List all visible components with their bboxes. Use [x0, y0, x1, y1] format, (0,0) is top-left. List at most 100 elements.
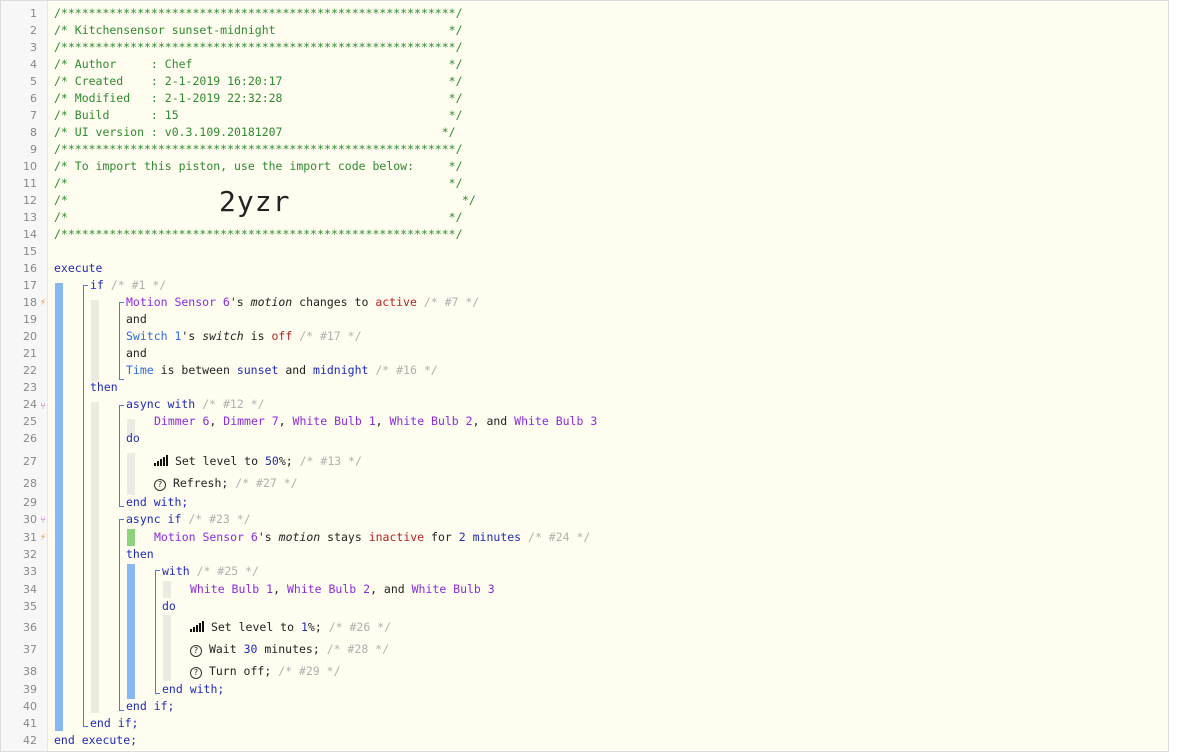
line-number: 17	[23, 279, 37, 292]
condition-time-between[interactable]: Time is between sunset and midnight /* #…	[126, 362, 438, 379]
line-number: 15	[23, 245, 37, 258]
condition-switch-off[interactable]: Switch 1's switch is off /* #17 */	[126, 328, 362, 345]
line-number: 31	[23, 531, 37, 544]
device-name: White Bulb 3	[514, 414, 598, 428]
do-keyword[interactable]: do	[162, 598, 176, 615]
then-keyword[interactable]: then	[126, 546, 154, 563]
execute-block-bar[interactable]	[55, 283, 63, 731]
async-with-statement[interactable]: async with /* #12 */	[126, 396, 265, 413]
async-if-then-bar[interactable]	[127, 564, 135, 699]
statement-id-comment: /* #7 */	[423, 295, 480, 309]
value: active	[375, 295, 417, 309]
header-border: /***************************************…	[54, 142, 463, 156]
if-bracket	[83, 285, 88, 727]
line-number: 14	[23, 228, 37, 241]
device-list[interactable]: Dimmer 6, Dimmer 7, White Bulb 1, White …	[154, 413, 597, 430]
statement-id-comment: /* #12 */	[202, 397, 265, 411]
async-if-condition-bar[interactable]	[127, 529, 135, 546]
with2-devices-indent	[163, 581, 171, 598]
statement-id-comment: /* #13 */	[299, 454, 362, 468]
device-name: White Bulb 1	[190, 582, 274, 596]
line-number: 33	[23, 565, 37, 578]
line-number: 13	[23, 211, 37, 224]
async-fork-icon: ⑂	[40, 515, 46, 526]
header-border: /***************************************…	[54, 227, 463, 241]
command-label: Turn off;	[208, 664, 272, 678]
value: off	[271, 329, 293, 343]
header-author: /* Author : Chef */	[54, 57, 463, 71]
do-keyword[interactable]: do	[126, 430, 140, 447]
set-level-command[interactable]: Set level to 50%; /* #13 */	[154, 453, 362, 470]
device-name: White Bulb 2	[286, 582, 371, 596]
operator: is	[250, 329, 265, 343]
end-execute-keyword[interactable]: end execute;	[54, 732, 137, 749]
operator: stays	[327, 530, 362, 544]
unit: %;	[307, 620, 322, 634]
statement-id-comment: /* #1 */	[110, 278, 167, 292]
end-with-keyword[interactable]: end with;	[126, 494, 188, 511]
line-number: 21	[23, 347, 37, 360]
if-block-indent	[91, 300, 99, 382]
value: sunset	[236, 363, 279, 377]
conditions-bracket	[119, 302, 124, 380]
possessive: 's	[257, 530, 272, 544]
line-number: 5	[30, 75, 37, 88]
header-border: /***************************************…	[54, 40, 463, 54]
set-level-command[interactable]: Set level to 1%; /* #26 */	[190, 619, 391, 636]
if-statement[interactable]: if /* #1 */	[90, 277, 166, 294]
end-if-keyword[interactable]: end if;	[126, 698, 174, 715]
line-number: 32	[23, 548, 37, 561]
line-number: 10	[23, 160, 37, 173]
line-number: 29	[23, 496, 37, 509]
async-fork-icon: ⑂	[40, 401, 46, 412]
async-if-keyword: async if	[126, 512, 182, 526]
attribute-name: switch	[202, 329, 244, 343]
with-statement[interactable]: with /* #25 */	[162, 563, 259, 580]
device-name: Dimmer 6	[154, 414, 210, 428]
duration-unit: minutes	[472, 530, 522, 544]
with-do-indent	[127, 453, 135, 495]
header-border: /***************************************…	[54, 6, 463, 20]
value: midnight	[313, 363, 369, 377]
then-keyword[interactable]: then	[90, 379, 118, 396]
trigger-bolt-icon: ⚡	[40, 297, 47, 308]
line-number: 40	[23, 700, 37, 713]
statement-id-comment: /* #28 */	[326, 642, 390, 656]
wait-command[interactable]: ? Wait 30 minutes; /* #28 */	[190, 641, 389, 658]
refresh-command[interactable]: ? Refresh; /* #27 */	[154, 475, 298, 492]
end-if-keyword[interactable]: end if;	[90, 715, 138, 732]
with2-bracket	[155, 570, 160, 694]
async-if-statement[interactable]: async if /* #23 */	[126, 511, 251, 528]
line-number: 9	[30, 143, 37, 156]
header-modified: /* Modified : 2-1-2019 22:32:28 */	[54, 91, 463, 105]
device-list[interactable]: White Bulb 1, White Bulb 2, and White Bu…	[190, 581, 495, 598]
line-number: 36	[23, 621, 37, 634]
and-operator[interactable]: and	[126, 311, 147, 328]
trigger-bolt-icon: ⚡	[40, 532, 47, 543]
and-operator[interactable]: and	[126, 345, 147, 362]
command-label: Set level to	[210, 620, 295, 634]
possessive: 's	[181, 329, 196, 343]
unit: %;	[278, 454, 293, 468]
line-number: 26	[23, 432, 37, 445]
header-import-note: /* To import this piston, use the import…	[54, 159, 463, 173]
duration-value: 2	[458, 530, 466, 544]
end-with-keyword[interactable]: end with;	[162, 681, 224, 698]
condition-motion-changes[interactable]: Motion Sensor 6's motion changes to acti…	[126, 294, 479, 311]
line-number: 27	[23, 455, 37, 468]
device-name: White Bulb 3	[411, 582, 495, 596]
separator: ,	[278, 414, 286, 428]
header-empty-comment: /* */	[54, 210, 463, 224]
header-comment-close: */	[462, 193, 476, 207]
execute-keyword[interactable]: execute	[54, 260, 102, 277]
command-label: Wait	[208, 642, 237, 656]
time-label: Time	[126, 363, 154, 377]
line-number: 42	[23, 734, 37, 747]
attribute-name: motion	[278, 530, 321, 544]
condition-motion-stays[interactable]: Motion Sensor 6's motion stays inactive …	[154, 529, 590, 546]
turn-off-command[interactable]: ? Turn off; /* #29 */	[190, 663, 341, 680]
conjunction: and	[285, 363, 307, 377]
question-icon: ?	[190, 645, 202, 657]
line-number: 25	[23, 415, 37, 428]
line-number: 3	[30, 41, 37, 54]
